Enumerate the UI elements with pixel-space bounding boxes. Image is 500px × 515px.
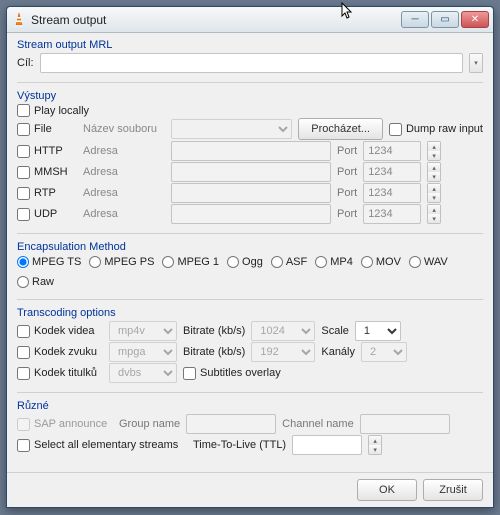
ttl-label: Time-To-Live (TTL)	[193, 439, 286, 451]
udp-addr-input[interactable]	[171, 204, 331, 224]
sub-overlay-checkbox[interactable]: Subtitles overlay	[183, 367, 281, 380]
mmsh-addr-label: Adresa	[83, 166, 165, 178]
outputs-label: Výstupy	[17, 90, 483, 102]
http-addr-label: Adresa	[83, 145, 165, 157]
udp-addr-label: Adresa	[83, 208, 165, 220]
mrl-input[interactable]	[40, 53, 464, 73]
encaps-group: Encapsulation Method MPEG TS MPEG PS MPEG …	[17, 241, 483, 291]
http-port-label: Port	[337, 145, 357, 157]
udp-checkbox[interactable]: UDP	[17, 208, 77, 221]
mmsh-port-input[interactable]	[363, 162, 421, 182]
mmsh-checkbox[interactable]: MMSH	[17, 166, 77, 179]
audio-bitrate-label: Bitrate (kb/s)	[183, 346, 245, 358]
ttl-spinner[interactable]: ▴▾	[368, 435, 382, 455]
rtp-port-spinner[interactable]: ▴▾	[427, 183, 441, 203]
video-bitrate-label: Bitrate (kb/s)	[183, 325, 245, 337]
audio-codec-checkbox[interactable]: Kodek zvuku	[17, 346, 103, 359]
cil-label: Cíl:	[17, 57, 34, 69]
ok-button[interactable]: OK	[357, 479, 417, 501]
selectall-checkbox[interactable]: Select all elementary streams	[17, 439, 187, 452]
http-port-input[interactable]	[363, 141, 421, 161]
outputs-group: Výstupy Play locally File Název souboru …	[17, 90, 483, 225]
trans-label: Transcoding options	[17, 307, 483, 319]
chname-input[interactable]	[360, 414, 450, 434]
mrl-group-label: Stream output MRL	[17, 39, 483, 51]
file-checkbox[interactable]: File	[17, 123, 77, 136]
misc-label: Různé	[17, 400, 483, 412]
chname-label: Channel name	[282, 418, 354, 430]
video-scale-select[interactable]: 1	[355, 321, 401, 341]
cancel-button[interactable]: Zrušit	[423, 479, 483, 501]
video-codec-select[interactable]: mp4v	[109, 321, 177, 341]
minimize-button[interactable]: ─	[401, 11, 429, 28]
titlebar[interactable]: Stream output ─ ▭ ✕	[7, 7, 493, 33]
sub-codec-checkbox[interactable]: Kodek titulků	[17, 367, 103, 380]
title-text: Stream output	[31, 13, 401, 27]
rtp-port-label: Port	[337, 187, 357, 199]
close-button[interactable]: ✕	[461, 11, 489, 28]
mrl-dropdown[interactable]: ▾	[469, 53, 483, 73]
vlc-icon	[11, 12, 27, 28]
play-locally-checkbox[interactable]: Play locally	[17, 104, 89, 117]
footer: OK Zrušit	[7, 472, 493, 507]
ttl-input[interactable]	[292, 435, 362, 455]
mmsh-addr-input[interactable]	[171, 162, 331, 182]
groupname-label: Group name	[119, 418, 180, 430]
sap-checkbox[interactable]: SAP announce	[17, 418, 113, 431]
http-port-spinner[interactable]: ▴▾	[427, 141, 441, 161]
audio-chan-label: Kanály	[321, 346, 355, 358]
encaps-radio-raw[interactable]: Raw	[17, 276, 54, 288]
audio-chan-select[interactable]: 2	[361, 342, 407, 362]
rtp-addr-label: Adresa	[83, 187, 165, 199]
encaps-radio-wav[interactable]: WAV	[409, 256, 448, 268]
encaps-radio-ogg[interactable]: Ogg	[227, 256, 263, 268]
video-codec-checkbox[interactable]: Kodek videa	[17, 325, 103, 338]
rtp-addr-input[interactable]	[171, 183, 331, 203]
file-name-label: Název souboru	[83, 123, 165, 135]
udp-port-label: Port	[337, 208, 357, 220]
encaps-label: Encapsulation Method	[17, 241, 483, 253]
encaps-radio-mpegps[interactable]: MPEG PS	[89, 256, 154, 268]
encaps-radio-asf[interactable]: ASF	[271, 256, 307, 268]
http-checkbox[interactable]: HTTP	[17, 145, 77, 158]
sub-codec-select[interactable]: dvbs	[109, 363, 177, 383]
mrl-group: Stream output MRL Cíl: ▾	[17, 39, 483, 74]
audio-bitrate-select[interactable]: 192	[251, 342, 315, 362]
http-addr-input[interactable]	[171, 141, 331, 161]
mmsh-port-spinner[interactable]: ▴▾	[427, 162, 441, 182]
udp-port-spinner[interactable]: ▴▾	[427, 204, 441, 224]
file-name-select[interactable]	[171, 119, 292, 139]
encaps-radio-mov[interactable]: MOV	[361, 256, 401, 268]
browse-button[interactable]: Procházet...	[298, 118, 383, 140]
rtp-port-input[interactable]	[363, 183, 421, 203]
encaps-radio-mp4[interactable]: MP4	[315, 256, 353, 268]
stream-output-window: Stream output ─ ▭ ✕ Stream output MRL Cí…	[6, 6, 494, 508]
maximize-button[interactable]: ▭	[431, 11, 459, 28]
audio-codec-select[interactable]: mpga	[109, 342, 177, 362]
video-scale-label: Scale	[321, 325, 349, 337]
content: Stream output MRL Cíl: ▾ Výstupy Play lo…	[7, 33, 493, 472]
encaps-radio-mpegts[interactable]: MPEG TS	[17, 256, 81, 268]
mmsh-port-label: Port	[337, 166, 357, 178]
video-bitrate-select[interactable]: 1024	[251, 321, 315, 341]
misc-group: Různé SAP announce Group name Channel na…	[17, 400, 483, 456]
rtp-checkbox[interactable]: RTP	[17, 187, 77, 200]
encaps-radio-mpeg1[interactable]: MPEG 1	[162, 256, 219, 268]
groupname-input[interactable]	[186, 414, 276, 434]
udp-port-input[interactable]	[363, 204, 421, 224]
trans-group: Transcoding options Kodek videa mp4v Bit…	[17, 307, 483, 384]
dump-raw-checkbox[interactable]: Dump raw input	[389, 123, 483, 136]
